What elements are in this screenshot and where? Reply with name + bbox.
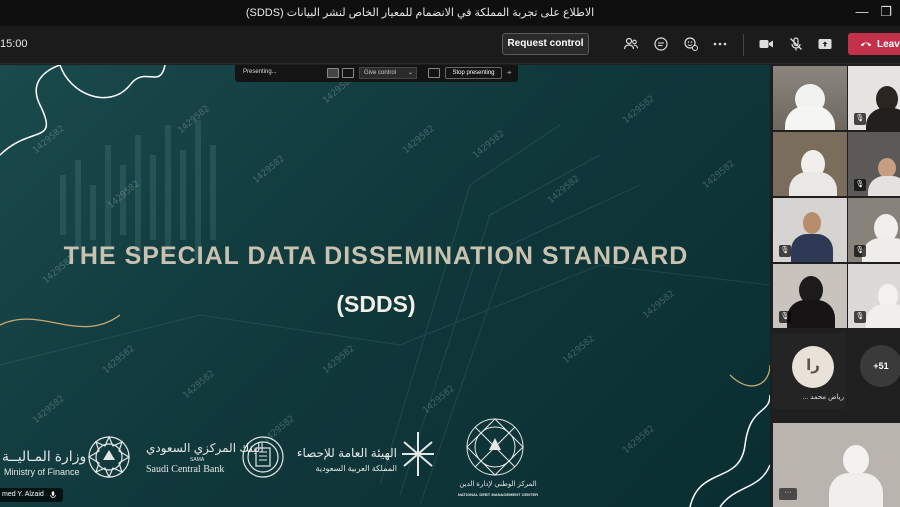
gastat-logo-icon	[402, 432, 434, 476]
leave-label: Leave	[877, 38, 900, 50]
mic-off-icon: 🎙	[779, 311, 791, 323]
participant-tile[interactable]: 🎙	[773, 198, 847, 262]
mic-off-icon: 🎙	[854, 311, 866, 323]
gastat-country-name: المملكة العربية السعودية	[315, 464, 397, 473]
title-bar: الاطلاع على تجربة المملكة في الانضمام لل…	[0, 0, 900, 26]
mof-arabic-name: وزارة المـاليــة	[2, 448, 87, 464]
participant-tile[interactable]	[773, 66, 847, 130]
mof-english-name: Ministry of Finance	[4, 467, 80, 477]
presenting-control-bar: Presenting... Give control ⌄ Stop presen…	[235, 65, 518, 82]
toolbar-divider	[743, 34, 744, 56]
participant-gallery: 🎙 🎙 🎙 🎙 🎙 🎙 ···	[770, 65, 900, 507]
reactions-icon[interactable]	[681, 34, 701, 54]
participant-tile[interactable]: 🎙	[848, 66, 900, 130]
slide-subtitle: (SDDS)	[336, 291, 416, 317]
more-participants-count[interactable]: +51	[860, 345, 900, 387]
mic-off-icon: 🎙	[779, 245, 791, 257]
chevron-down-icon: ⌄	[407, 70, 413, 76]
presenter-name-tag: med Y. Alzaid	[0, 488, 63, 502]
ndmc-emblem-icon	[466, 418, 524, 476]
minimize-button[interactable]: —	[850, 3, 874, 23]
participant-name: رياض محمد ...	[802, 394, 844, 401]
participant-tile[interactable]	[773, 132, 847, 196]
ndmc-arabic-name: المركز الوطني لإدارة الدين	[459, 481, 537, 488]
mic-icon	[50, 491, 56, 498]
participant-tile[interactable]: 🎙	[848, 264, 900, 328]
chat-icon[interactable]	[651, 34, 671, 54]
slide-title: THE SPECIAL DATA DISSEMINATION STANDARD	[63, 242, 689, 270]
include-audio-icon[interactable]	[428, 68, 440, 78]
share-icon[interactable]	[815, 34, 835, 54]
meeting-toolbar: 15:00 Request control Leave	[0, 26, 900, 64]
participant-tile[interactable]: 🎙	[848, 132, 900, 196]
share-screen-icon[interactable]	[342, 68, 354, 78]
slide-logos-row: وزارة المـاليــة Ministry of Finance الب…	[0, 416, 770, 506]
give-control-dropdown[interactable]: Give control ⌄	[359, 67, 417, 79]
more-options-icon[interactable]: ···	[779, 488, 797, 500]
pin-icon[interactable]: ⌖	[507, 68, 512, 78]
mic-off-icon[interactable]	[786, 34, 806, 54]
request-control-button[interactable]: Request control	[502, 33, 589, 55]
camera-icon[interactable]	[756, 34, 776, 54]
gastat-arabic-name: الهيئة العامة للإحصاء	[296, 446, 397, 460]
presenter-name: med Y. Alzaid	[2, 491, 44, 498]
leave-button[interactable]: Leave	[848, 33, 900, 55]
participant-tile[interactable]: 🎙	[848, 198, 900, 262]
share-window-icon[interactable]	[327, 68, 339, 78]
window-title: الاطلاع على تجربة المملكة في الانضمام لل…	[245, 7, 595, 19]
stop-presenting-button[interactable]: Stop presenting	[445, 67, 502, 79]
sama-abbreviation: SAMA	[190, 457, 205, 463]
restore-button[interactable]: ❐	[874, 3, 898, 23]
give-control-label: Give control	[364, 70, 397, 76]
participants-icon[interactable]	[621, 34, 641, 54]
ndmc-english-name: NATIONAL DEBT MANAGEMENT CENTER	[457, 492, 539, 497]
avatar: را	[792, 346, 834, 388]
sama-seal-icon	[242, 436, 284, 478]
sama-english-name: Saudi Central Bank	[146, 464, 225, 475]
participant-tile[interactable]: ···	[773, 423, 900, 507]
more-icon[interactable]	[710, 34, 730, 54]
mic-off-icon: 🎙	[854, 113, 866, 125]
mof-emblem-icon	[87, 435, 131, 479]
mic-off-icon: 🎙	[854, 245, 866, 257]
mic-off-icon: 🎙	[854, 179, 866, 191]
meeting-timer: 15:00	[0, 38, 28, 50]
participant-tile[interactable]: 🎙	[773, 264, 847, 328]
phone-hangup-icon	[860, 42, 872, 47]
participant-avatar-tile[interactable]: را رياض محمد ...	[772, 333, 846, 409]
shared-screen: 1429582 1429582 1429582 1429582 1429582 …	[0, 65, 770, 507]
presenting-status: Presenting...	[243, 69, 277, 75]
